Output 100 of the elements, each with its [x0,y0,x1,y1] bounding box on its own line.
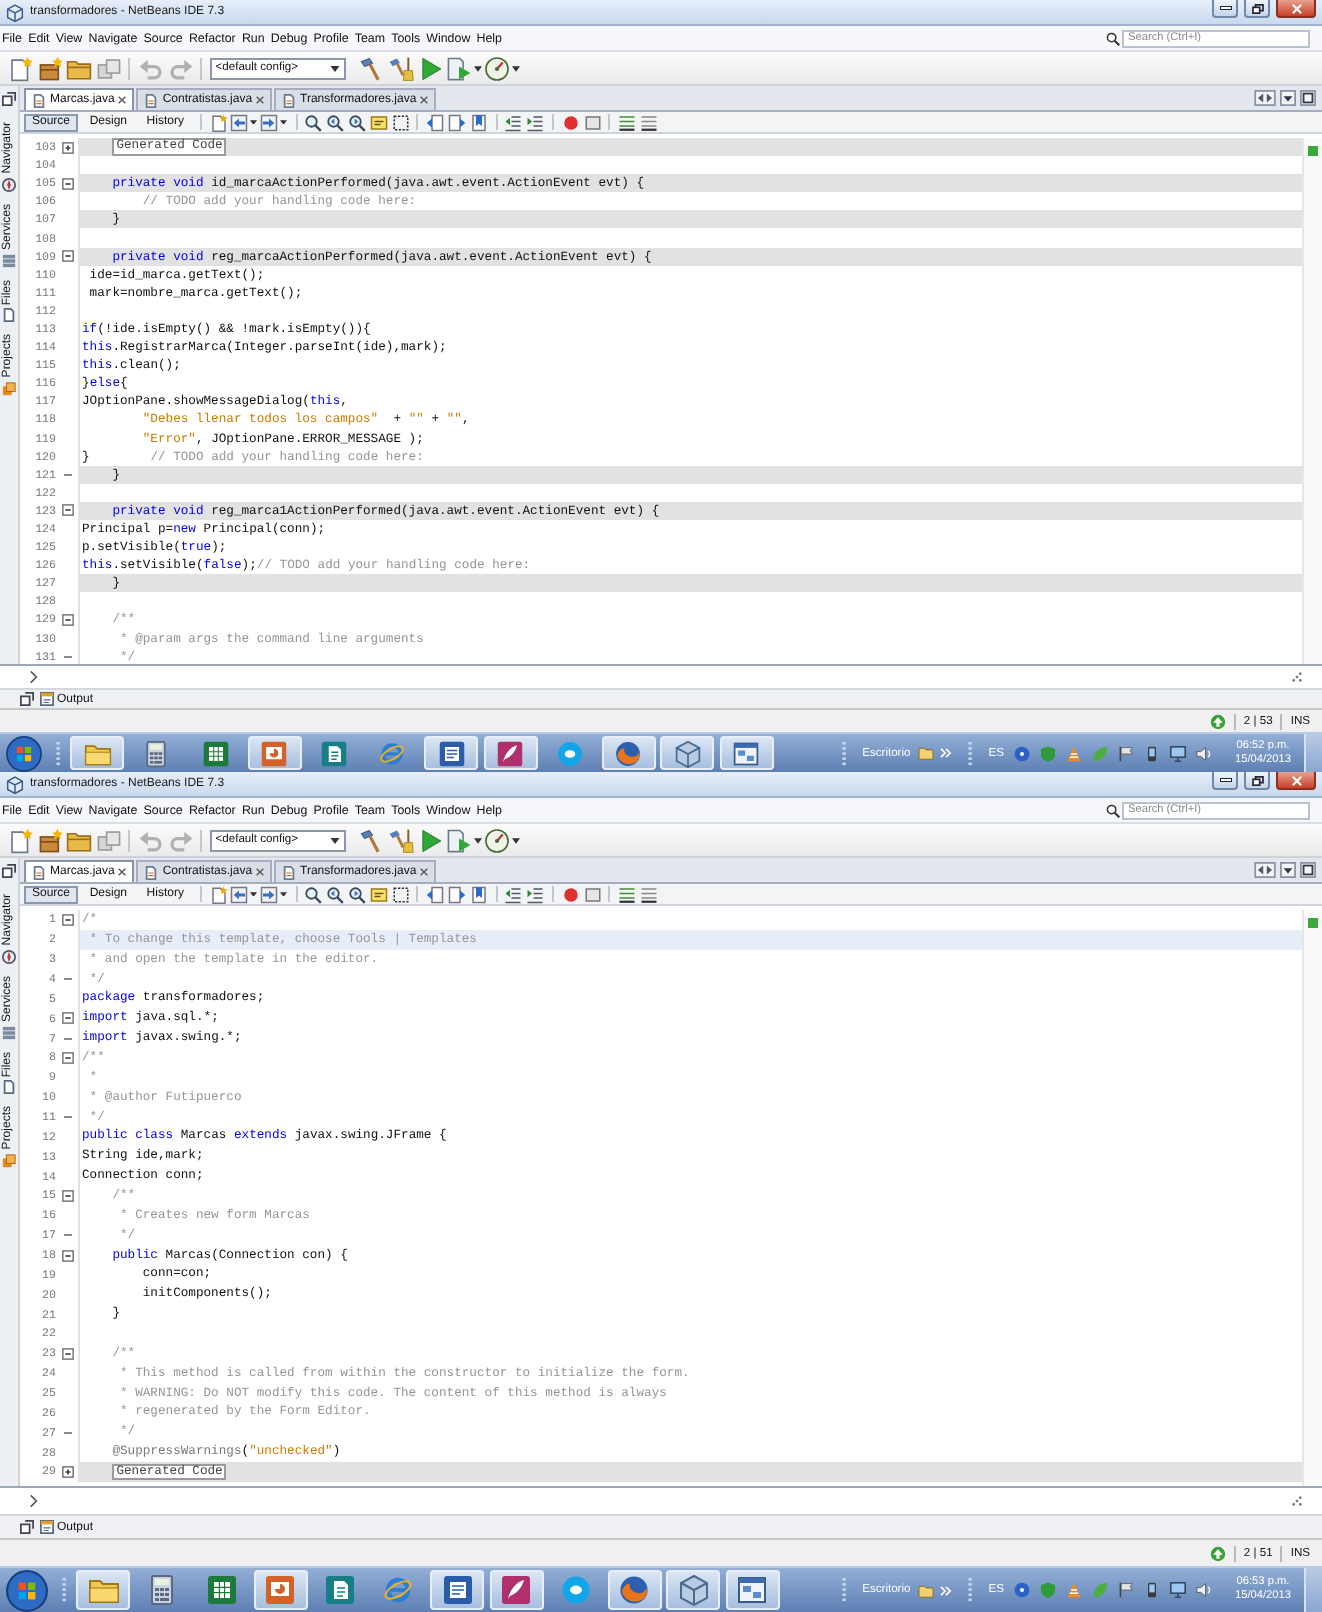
stop-icon[interactable] [583,885,601,903]
bookmark-left-icon[interactable] [426,113,445,131]
hammer-broom-icon[interactable] [387,827,414,853]
minimize-button[interactable] [1212,0,1238,18]
comment-lines-icon[interactable] [618,885,637,903]
cone-icon[interactable] [1066,1582,1082,1598]
chevron-icon[interactable] [30,670,38,684]
folder-icon[interactable] [917,746,934,760]
scroll-arrows-icon[interactable] [1254,862,1276,878]
taskbar-button[interactable] [607,1570,661,1610]
list-caret-icon[interactable] [1280,862,1296,878]
collapse-icon[interactable] [62,913,74,926]
circle-dot-icon[interactable] [1014,1582,1030,1598]
close-icon[interactable] [420,868,429,876]
close-icon[interactable] [256,96,265,104]
new-project-icon[interactable] [37,827,64,853]
taskbar-button[interactable] [247,736,301,770]
taskbar-button[interactable] [70,736,124,770]
chevron-icon[interactable] [30,1494,38,1508]
expand-icon[interactable] [62,141,74,154]
taskbar-button[interactable] [719,736,773,770]
gauge-icon[interactable] [484,55,511,81]
folder-icon[interactable] [917,1583,934,1597]
double-chevron-icon[interactable] [940,748,953,758]
list-caret-icon[interactable] [1280,90,1296,106]
up-arrow-icon[interactable] [1209,1545,1226,1561]
boxes-icon[interactable] [95,55,122,81]
page-play-icon[interactable] [446,55,473,81]
taskbar-button[interactable] [430,1570,484,1610]
folder-icon[interactable] [66,827,93,853]
comment-lines-icon[interactable] [618,113,637,131]
close-button[interactable] [1276,772,1316,790]
caret-icon[interactable] [280,891,288,897]
new-file-icon[interactable] [8,55,34,81]
gauge-icon[interactable] [484,827,511,853]
restore-button[interactable] [1244,0,1270,18]
taskbar-button[interactable] [725,1570,779,1610]
taskbar-button[interactable] [660,736,714,770]
page-star-icon[interactable] [209,113,228,131]
maximize-icon[interactable] [1300,862,1316,878]
hammer-icon[interactable] [358,55,385,81]
expand-icon[interactable] [62,1465,74,1478]
caret-icon[interactable] [511,65,520,71]
caret-icon[interactable] [473,837,482,843]
grip-icon[interactable] [62,1578,68,1602]
uncomment-lines-icon[interactable] [639,113,658,131]
highlight-box-icon[interactable] [369,885,388,903]
close-icon[interactable] [118,868,127,876]
speaker-icon[interactable] [1196,1582,1212,1598]
restore-icon[interactable] [20,1520,34,1534]
bookmark-left-icon[interactable] [426,885,445,903]
taskbar-button[interactable] [666,1570,720,1610]
stop-icon[interactable] [583,113,601,131]
taskbar-button[interactable] [601,736,655,770]
taskbar-button[interactable] [424,736,478,770]
caret-icon[interactable] [250,119,258,125]
collapse-icon[interactable] [62,1347,74,1360]
grip-icon[interactable] [967,1578,974,1602]
search-previous-icon[interactable] [326,113,345,131]
caret-icon[interactable] [473,65,482,71]
dotted-rectangle-icon[interactable] [391,113,410,131]
caret-icon[interactable] [250,891,258,897]
caret-icon[interactable] [511,837,520,843]
hammer-broom-icon[interactable] [387,55,414,81]
taskbar-button[interactable] [253,1570,307,1610]
close-icon[interactable] [118,96,127,104]
caret-icon[interactable] [280,119,288,125]
grip-icon[interactable] [967,741,974,765]
folder-icon[interactable] [66,55,93,81]
collapse-icon[interactable] [62,1249,74,1262]
dotted-rectangle-icon[interactable] [391,885,410,903]
maximize-icon[interactable] [1300,90,1316,106]
start-orb-icon[interactable] [6,1569,48,1611]
page-play-icon[interactable] [446,827,473,853]
back-arrow-icon[interactable] [230,885,249,903]
restore-icon[interactable] [2,864,16,878]
search-next-icon[interactable] [347,113,366,131]
circle-dot-icon[interactable] [1014,745,1030,761]
indent-left-icon[interactable] [504,113,523,131]
double-chevron-icon[interactable] [940,1585,953,1595]
uncomment-lines-icon[interactable] [639,885,658,903]
hammer-icon[interactable] [358,827,385,853]
page-star-icon[interactable] [209,885,228,903]
up-arrow-icon[interactable] [1209,713,1226,729]
minimize-button[interactable] [1212,772,1238,790]
monitor-icon[interactable] [1170,1582,1186,1598]
search-next-icon[interactable] [347,885,366,903]
bookmark-right-icon[interactable] [447,885,466,903]
cone-icon[interactable] [1066,745,1082,761]
close-icon[interactable] [256,868,265,876]
collapse-icon[interactable] [62,1189,74,1202]
record-icon[interactable] [561,113,580,131]
taskbar-button[interactable] [76,1570,130,1610]
collapse-icon[interactable] [62,504,74,517]
grip-icon[interactable] [56,741,62,765]
grip-icon[interactable] [841,1578,848,1602]
highlight-box-icon[interactable] [369,113,388,131]
bookmark-right-icon[interactable] [447,113,466,131]
close-button[interactable] [1276,0,1316,18]
indent-left-icon[interactable] [504,885,523,903]
